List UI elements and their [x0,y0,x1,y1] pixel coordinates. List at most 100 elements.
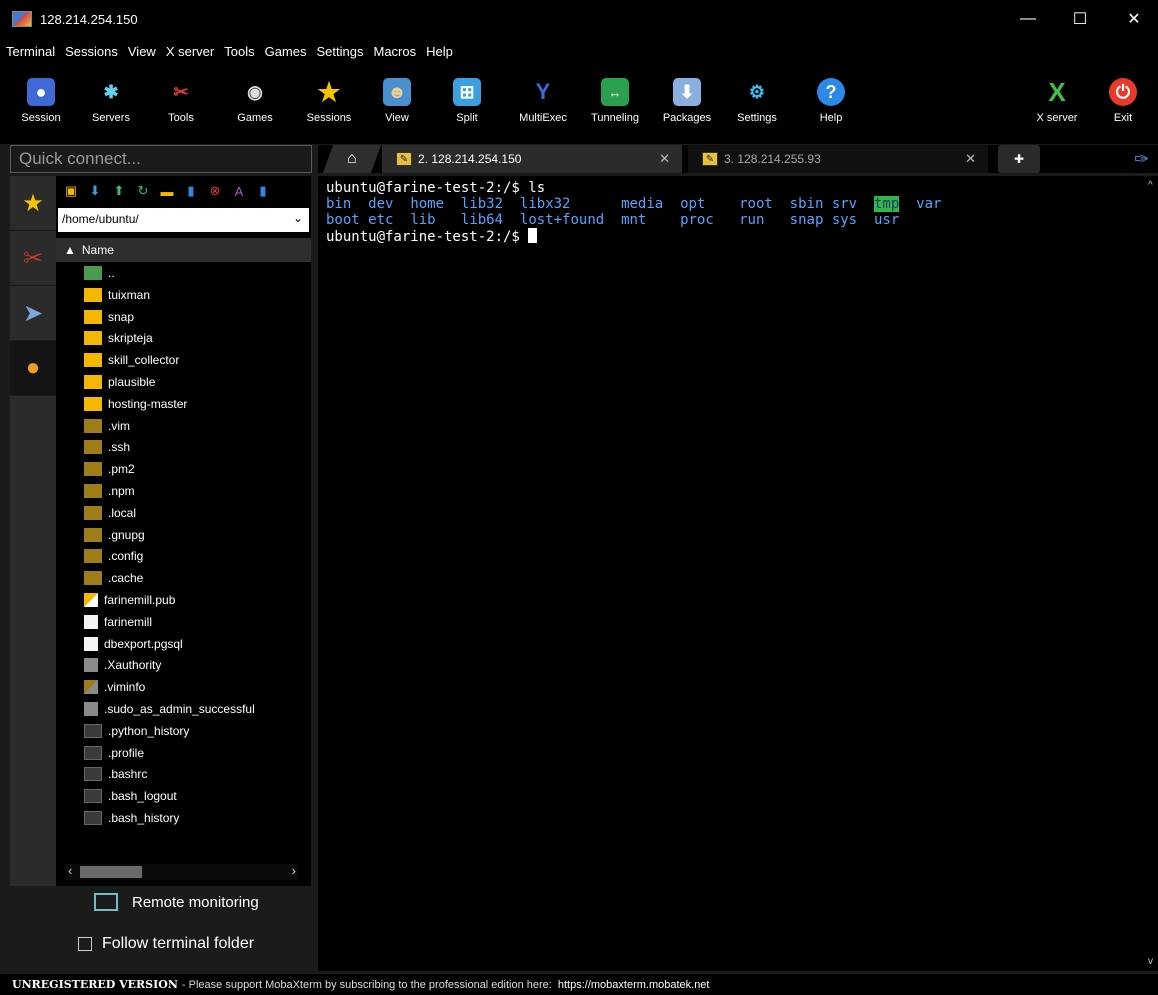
scroll-left-icon[interactable]: ‹ [68,863,72,878]
scrollbar-thumb[interactable] [80,866,142,878]
file-list-item[interactable]: hosting-master [84,393,187,415]
tools-tab[interactable]: ✂ [10,231,56,286]
file-list-item[interactable]: dbexport.pgsql [84,633,183,655]
menu-tools[interactable]: Tools [224,44,254,59]
close-tab-button[interactable]: ✕ [659,151,670,167]
file-list-item[interactable]: .pm2 [84,458,135,480]
scroll-down-icon[interactable]: v [1148,956,1153,967]
menu-terminal[interactable]: Terminal [6,44,55,59]
home-icon: ⌂ [347,150,357,167]
file-icon [84,614,98,629]
close-tab-button[interactable]: ✕ [965,151,976,167]
xserver-button[interactable]: X X server [1022,74,1092,136]
quick-connect-input[interactable]: Quick connect... [10,145,312,173]
terminal-vertical-scrollbar[interactable]: ^ v [1146,176,1158,971]
tools-button[interactable]: ✂ Tools [146,74,216,136]
file-list-item[interactable]: tuixman [84,284,150,306]
file-list-item[interactable]: .bash_history [84,807,179,829]
view-button[interactable]: ☻ View [362,74,432,136]
rename-icon[interactable]: A [230,183,248,199]
macros-tab[interactable]: ➤ [10,286,56,341]
checkbox[interactable] [78,937,92,951]
upload-icon[interactable]: ⬆ [110,183,128,199]
maximize-button[interactable]: ☐ [1058,0,1102,38]
scroll-right-icon[interactable]: › [292,863,296,878]
new-tab-button[interactable]: ✚ [998,145,1040,173]
tunneling-button[interactable]: ↔ Tunneling [580,74,650,136]
tab-session-3[interactable]: ✎ 3. 128.214.255.93 ✕ [688,145,988,173]
file-list-item[interactable]: .config [84,545,143,567]
file-list-item[interactable]: .npm [84,480,135,502]
file-list-item[interactable]: .bashrc [84,763,147,785]
file-list-item[interactable]: skripteja [84,327,153,349]
tab-session-2[interactable]: ✎ 2. 128.214.254.150 ✕ [382,145,682,173]
sessions-button[interactable]: ★ Sessions [294,74,364,136]
sessions-star-tab[interactable]: ★ [10,176,56,231]
file-list-item[interactable]: snap [84,306,134,328]
file-icon [84,658,98,673]
terminal-dir-entry: boot [326,212,369,228]
chevron-down-icon[interactable]: ⌄ [293,211,303,225]
multiexec-button[interactable]: Y MultiExec [508,74,578,136]
file-list-item[interactable]: plausible [84,371,155,393]
file-list-item[interactable]: .profile [84,742,144,764]
menu-help[interactable]: Help [426,44,453,59]
sftp-path-field[interactable]: /home/ubuntu/ ⌄ [58,208,309,232]
file-list-item[interactable]: skill_collector [84,349,179,371]
file-icon [84,745,102,760]
remote-monitoring-button[interactable]: Remote monitoring [94,893,259,911]
gamepad-icon: ◉ [247,81,263,102]
scroll-up-icon[interactable]: ^ [1148,180,1153,191]
settings-button[interactable]: ⚙ Settings [722,74,792,136]
attachment-icon[interactable]: ✑ [1134,145,1149,173]
file-list-item[interactable]: .. [84,262,115,284]
sftp-tab[interactable]: ● [10,341,56,396]
new-file-icon[interactable]: ▮ [182,183,200,199]
file-list-item[interactable]: .python_history [84,720,189,742]
menu-games[interactable]: Games [265,44,307,59]
home-tab[interactable]: ⌂ [322,145,382,173]
delete-icon[interactable]: ⊗ [206,183,224,199]
file-list-item[interactable]: .Xauthority [84,654,161,676]
file-list-item[interactable]: .local [84,502,136,524]
packages-button[interactable]: ⬇ Packages [652,74,722,136]
session-button[interactable]: ● Session [6,74,76,136]
terminal-dir-entry: opt [680,196,740,212]
menu-xserver[interactable]: X server [166,44,214,59]
menu-macros[interactable]: Macros [373,44,416,59]
file-list-item[interactable]: .vim [84,415,130,437]
file-list-item[interactable]: .viminfo [84,676,145,698]
servers-button[interactable]: ✱ Servers [76,74,146,136]
games-button[interactable]: ◉ Games [220,74,290,136]
close-window-button[interactable]: ✕ [1112,0,1156,38]
exit-button[interactable]: ⏻ Exit [1092,74,1154,136]
file-list-item[interactable]: .ssh [84,436,130,458]
menu-sessions[interactable]: Sessions [65,44,118,59]
minimize-button[interactable]: — [1006,0,1050,38]
terminal-dir-entry: lib [410,212,461,228]
help-button[interactable]: ? Help [796,74,866,136]
file-list-item[interactable]: .cache [84,567,143,589]
file-list-item[interactable]: farinemill [84,611,152,633]
mobatek-link[interactable]: https://mobaxterm.mobatek.net [558,979,710,991]
permissions-icon[interactable]: ▮ [254,183,272,199]
new-folder-icon[interactable]: ▬ [158,183,176,199]
parent-folder-icon[interactable]: ▣ [62,183,80,199]
refresh-icon[interactable]: ↻ [134,183,152,199]
sftp-horizontal-scrollbar[interactable]: ‹ › [66,863,298,880]
menu-view[interactable]: View [128,44,156,59]
download-icon[interactable]: ⬇ [86,183,104,199]
terminal-area[interactable]: ubuntu@farine-test-2:/$ ls bin dev home … [318,176,1146,971]
split-button[interactable]: ⊞ Split [432,74,502,136]
terminal-dir-entry: lib32 [460,196,520,212]
session-icon: ● [27,78,55,106]
file-list-item[interactable]: farinemill.pub [84,589,175,611]
file-list-item[interactable]: .gnupg [84,524,145,546]
file-list-item[interactable]: .bash_logout [84,785,177,807]
follow-terminal-folder-checkbox[interactable]: Follow terminal folder [78,935,254,953]
menu-settings[interactable]: Settings [317,44,364,59]
file-name: .pm2 [108,462,135,477]
file-name: .config [108,549,144,564]
file-list-item[interactable]: .sudo_as_admin_successful [84,698,255,720]
name-column-header[interactable]: ▲ Name [56,238,311,262]
